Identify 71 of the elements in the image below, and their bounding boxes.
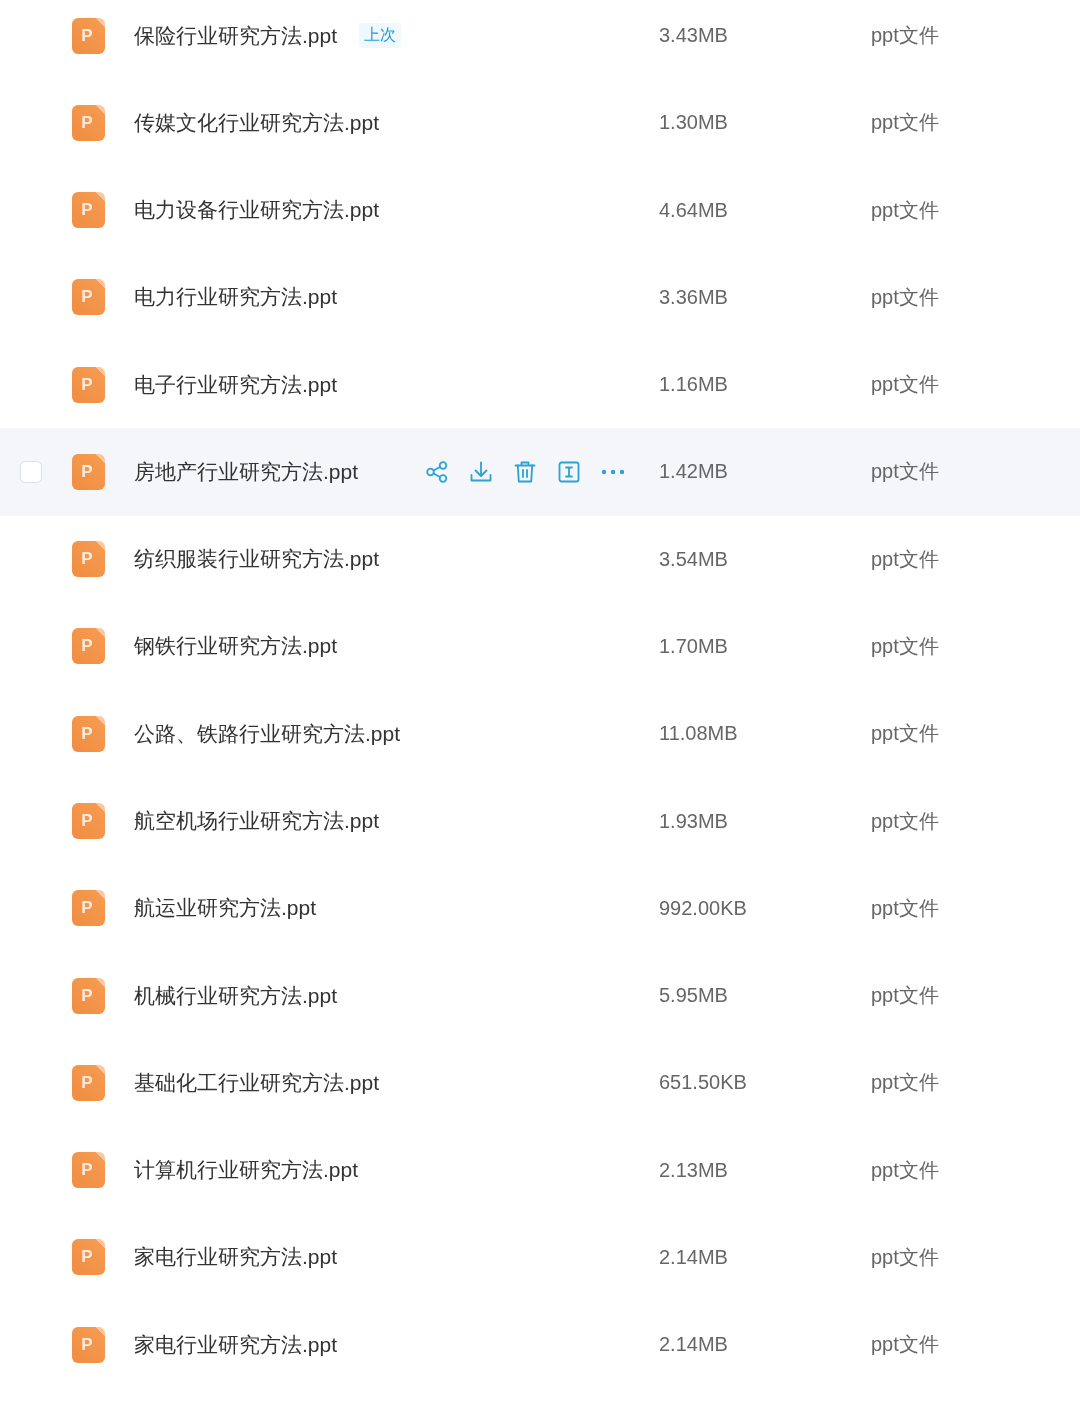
ppt-file-icon: P — [72, 1326, 105, 1363]
ppt-file-icon: P — [72, 366, 105, 403]
file-type: ppt文件 — [871, 111, 939, 134]
file-type: ppt文件 — [871, 1071, 939, 1094]
file-type: ppt文件 — [871, 1158, 939, 1181]
file-size: 11.08MB — [659, 722, 738, 745]
file-type: ppt文件 — [871, 1245, 939, 1268]
file-type: ppt文件 — [871, 896, 939, 919]
file-size: 4.64MB — [659, 198, 728, 221]
file-size: 2.14MB — [659, 1333, 728, 1356]
ppt-file-icon: P — [72, 977, 105, 1014]
trash-icon[interactable] — [513, 459, 537, 484]
row-checkbox[interactable] — [20, 460, 42, 483]
share-icon[interactable] — [425, 459, 449, 484]
file-name[interactable]: 机械行业研究方法.ppt — [134, 981, 338, 1010]
file-name[interactable]: 钢铁行业研究方法.ppt — [134, 632, 338, 661]
file-name[interactable]: 家电行业研究方法.ppt — [134, 1243, 338, 1272]
file-name[interactable]: 电子行业研究方法.ppt — [134, 370, 338, 399]
ppt-file-icon: P — [72, 1064, 105, 1101]
ppt-file-icon: P — [72, 541, 105, 578]
ppt-file-icon: P — [72, 628, 105, 665]
ppt-file-icon: P — [72, 453, 105, 490]
ppt-file-icon: P — [72, 104, 105, 141]
file-name[interactable]: 纺织服装行业研究方法.ppt — [134, 545, 380, 574]
file-type: ppt文件 — [871, 1333, 939, 1356]
ppt-file-icon: P — [72, 1239, 105, 1276]
file-type: ppt文件 — [871, 635, 939, 657]
ppt-file-icon: P — [72, 803, 105, 839]
file-name[interactable]: 基础化工行业研究方法.ppt — [134, 1068, 380, 1097]
file-name[interactable]: 电力行业研究方法.ppt — [134, 283, 338, 312]
ppt-file-icon: P — [72, 279, 105, 316]
file-type: ppt文件 — [871, 809, 939, 832]
file-size: 3.54MB — [659, 547, 728, 570]
ppt-file-icon: P — [72, 192, 105, 229]
file-name[interactable]: 计算机行业研究方法.ppt — [134, 1156, 359, 1185]
file-name[interactable]: 航运业研究方法.ppt — [134, 894, 317, 923]
file-size: 1.42MB — [659, 460, 728, 483]
file-name[interactable]: 房地产行业研究方法.ppt — [134, 457, 359, 486]
file-type: ppt文件 — [871, 24, 939, 47]
file-size: 1.70MB — [659, 635, 728, 657]
ppt-file-icon: P — [72, 1152, 105, 1189]
file-name[interactable]: 航空机场行业研究方法.ppt — [134, 807, 380, 835]
file-name[interactable]: 电力设备行业研究方法.ppt — [134, 196, 380, 225]
download-icon[interactable] — [469, 459, 493, 484]
file-size: 651.50KB — [659, 1071, 747, 1094]
file-size: 1.93MB — [659, 809, 728, 832]
file-size: 3.36MB — [659, 285, 728, 308]
file-name[interactable]: 家电行业研究方法.ppt — [134, 1330, 338, 1359]
ppt-file-icon: P — [72, 17, 105, 54]
file-name[interactable]: 传媒文化行业研究方法.ppt — [134, 108, 380, 137]
file-name[interactable]: 公路、铁路行业研究方法.ppt — [134, 719, 401, 748]
file-type: ppt文件 — [871, 373, 939, 396]
file-type: ppt文件 — [871, 198, 939, 221]
file-type: ppt文件 — [871, 460, 939, 483]
file-size: 1.30MB — [659, 111, 728, 134]
rename-icon[interactable] — [557, 459, 581, 484]
ppt-file-icon: P — [72, 890, 105, 927]
file-size: 5.95MB — [659, 984, 728, 1007]
file-type: ppt文件 — [871, 984, 939, 1007]
file-size: 2.13MB — [659, 1158, 728, 1181]
file-size: 3.43MB — [659, 24, 728, 47]
file-size: 1.16MB — [659, 373, 728, 396]
file-type: ppt文件 — [871, 547, 939, 570]
file-type: ppt文件 — [871, 285, 939, 308]
file-row[interactable]: P 房地产行业研究方法.ppt 1.42MB ppt文件 — [0, 428, 1080, 516]
file-size: 992.00KB — [659, 896, 747, 919]
ppt-file-icon: P — [72, 715, 105, 752]
file-name[interactable]: 保险行业研究方法.ppt — [134, 21, 338, 50]
file-size: 2.14MB — [659, 1245, 728, 1268]
file-type: ppt文件 — [871, 722, 939, 745]
last-opened-badge: 上次 — [359, 23, 402, 49]
